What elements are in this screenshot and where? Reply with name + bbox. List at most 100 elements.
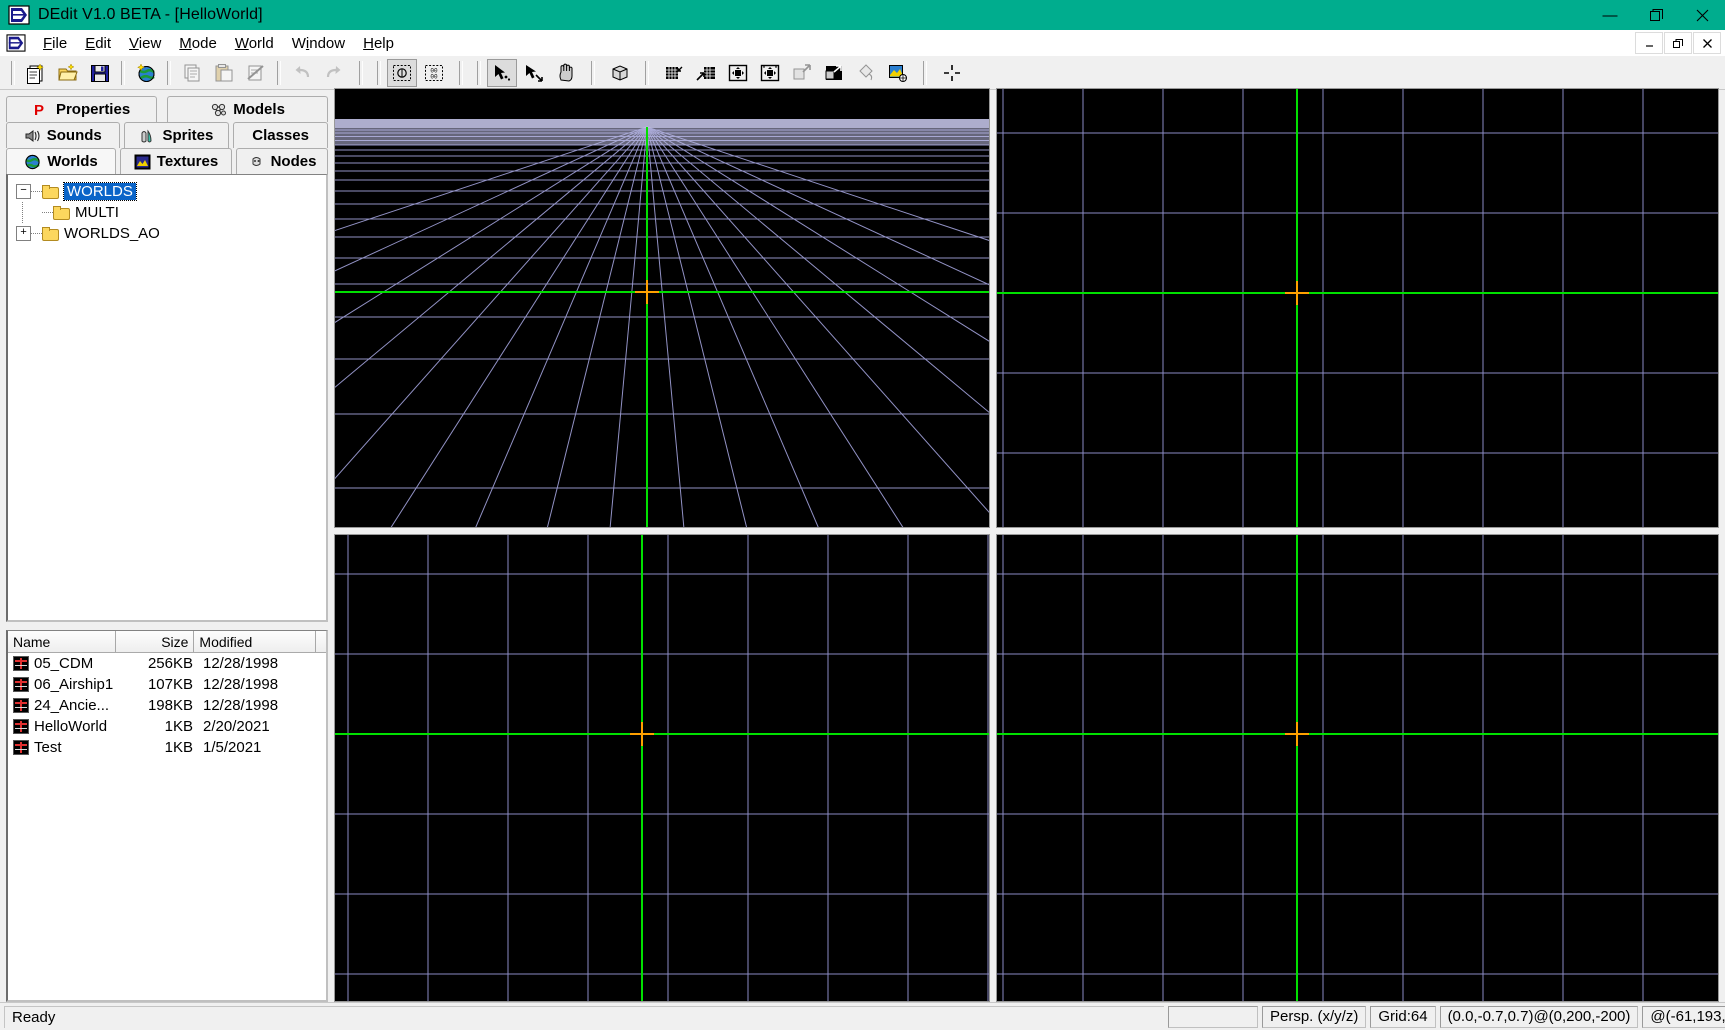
table-row[interactable]: HelloWorld 1KB 2/20/2021 [8,716,326,737]
move-arrow-icon[interactable] [519,59,549,87]
select-arrow-icon[interactable] [487,58,517,87]
window-close-button[interactable] [1679,0,1725,30]
menu-view[interactable]: View [120,32,170,55]
toolbar-separator [591,60,595,85]
menu-world[interactable]: World [226,32,283,55]
world-file-list-panel[interactable]: Name Size Modified 05_CDM 256KB 12/28/19… [6,630,328,1002]
file-name-cell: Test [8,739,118,756]
status-cursor-position: @(-61,193,-121) [1642,1005,1725,1028]
window-minimize-button[interactable]: — [1587,0,1633,30]
tree-expander-expand[interactable]: + [16,226,31,241]
tree-item-multi[interactable]: MULTI [16,202,326,223]
main-toolbar: 00 00 [0,56,1725,90]
file-name: 24_Ancie... [34,697,110,714]
brush-marquee-icon[interactable] [387,58,417,87]
toolbar-separator [923,60,927,85]
menu-mode[interactable]: Mode [170,32,226,55]
tree-connector [42,211,53,214]
globe-new-icon[interactable] [131,59,161,87]
tab-label: Sounds [46,127,102,144]
zoom-in-icon[interactable] [819,59,849,87]
mdi-close-button[interactable] [1693,32,1721,54]
mdi-minimize-button[interactable] [1635,32,1663,54]
toolbar-separator [377,60,381,85]
column-header-size[interactable]: Size [115,631,195,652]
tab-sounds[interactable]: Sounds [6,122,120,148]
file-size: 107KB [147,676,193,693]
tree-item-worlds[interactable]: − WORLDS [16,181,326,202]
toolbar-separator [121,60,125,85]
world-tree-panel[interactable]: − WORLDS MULTI + WORLDS_AO [6,174,328,622]
folder-icon [42,226,59,241]
crosshair-icon[interactable] [937,59,967,87]
top-viewport[interactable] [996,88,1719,528]
mdi-child-controls [1635,32,1725,54]
tree-item-label: WORLDS_AO [64,225,160,242]
window-controls: — [1587,0,1725,30]
world-file-icon [13,698,29,713]
toolbar-separator [167,60,171,85]
rotate-hand-icon[interactable] [551,59,581,87]
paint-bucket-icon[interactable] [851,59,881,87]
tab-label: Properties [55,101,131,118]
menu-window[interactable]: Window [283,32,354,55]
tree-item-label: WORLDS [63,182,137,201]
toolbar-separator [477,60,481,85]
world-file-icon [13,719,29,734]
toolbar-separator [11,60,15,85]
file-modified: 12/28/1998 [203,655,279,672]
box-primitive-icon[interactable] [605,59,635,87]
mdi-restore-button[interactable] [1664,32,1692,54]
file-name: 06_Airship1 [34,676,114,693]
perspective-viewport[interactable] [334,88,990,528]
column-header-name[interactable]: Name [8,631,116,652]
tree-item-worlds-ao[interactable]: + WORLDS_AO [16,223,326,244]
grid-snap-icon[interactable] [659,59,689,87]
front-viewport[interactable] [334,534,990,1002]
file-name-cell: 05_CDM [8,655,118,672]
sprites-icon [139,128,156,144]
copy-icon[interactable] [177,59,207,87]
file-name: Test [34,739,62,756]
floppy-disk-save-icon[interactable] [85,59,115,87]
grid-arrow-icon[interactable] [691,59,721,87]
delete-icon[interactable] [241,59,271,87]
menu-file[interactable]: File [34,32,76,55]
tab-models[interactable]: Models [167,96,328,122]
new-document-icon[interactable] [21,59,51,87]
table-row[interactable]: 05_CDM 256KB 12/28/1998 [8,653,326,674]
column-header-modified[interactable]: Modified [194,631,317,652]
tab-worlds[interactable]: Worlds [6,148,116,174]
world-file-icon [13,740,29,755]
status-pane-blank [1168,1005,1258,1028]
table-row[interactable]: 24_Ancie... 198KB 12/28/1998 [8,695,326,716]
tab-label: Worlds [47,153,98,170]
folder-icon [42,184,59,199]
open-folder-icon[interactable] [53,59,83,87]
tree-connector [31,232,42,235]
fit-all-icon[interactable] [755,59,785,87]
texture-tool-icon[interactable] [883,59,913,87]
table-row[interactable]: 06_Airship1 107KB 12/28/1998 [8,674,326,695]
tab-properties[interactable]: P Properties [6,96,158,122]
fit-selection-icon[interactable] [723,59,753,87]
undo-arrow-icon[interactable] [287,59,317,87]
tab-sprites[interactable]: Sprites [123,122,230,148]
tab-label: Textures [156,153,219,170]
file-modified: 2/20/2021 [203,718,270,735]
zoom-out-icon[interactable] [787,59,817,87]
menu-edit[interactable]: Edit [76,32,120,55]
table-row[interactable]: Test 1KB 1/5/2021 [8,737,326,758]
tree-connector [31,190,42,193]
object-marquee-icon[interactable]: 00 00 [419,59,449,87]
tab-classes[interactable]: Classes [233,122,328,148]
folder-icon [53,205,70,220]
tab-textures[interactable]: Textures [120,148,232,174]
tree-expander-collapse[interactable]: − [16,184,31,199]
menu-help[interactable]: Help [354,32,403,55]
redo-arrow-icon[interactable] [319,59,349,87]
tab-nodes[interactable]: Nodes [236,148,328,174]
window-restore-button[interactable] [1633,0,1679,30]
paste-icon[interactable] [209,59,239,87]
side-viewport[interactable] [996,534,1719,1002]
